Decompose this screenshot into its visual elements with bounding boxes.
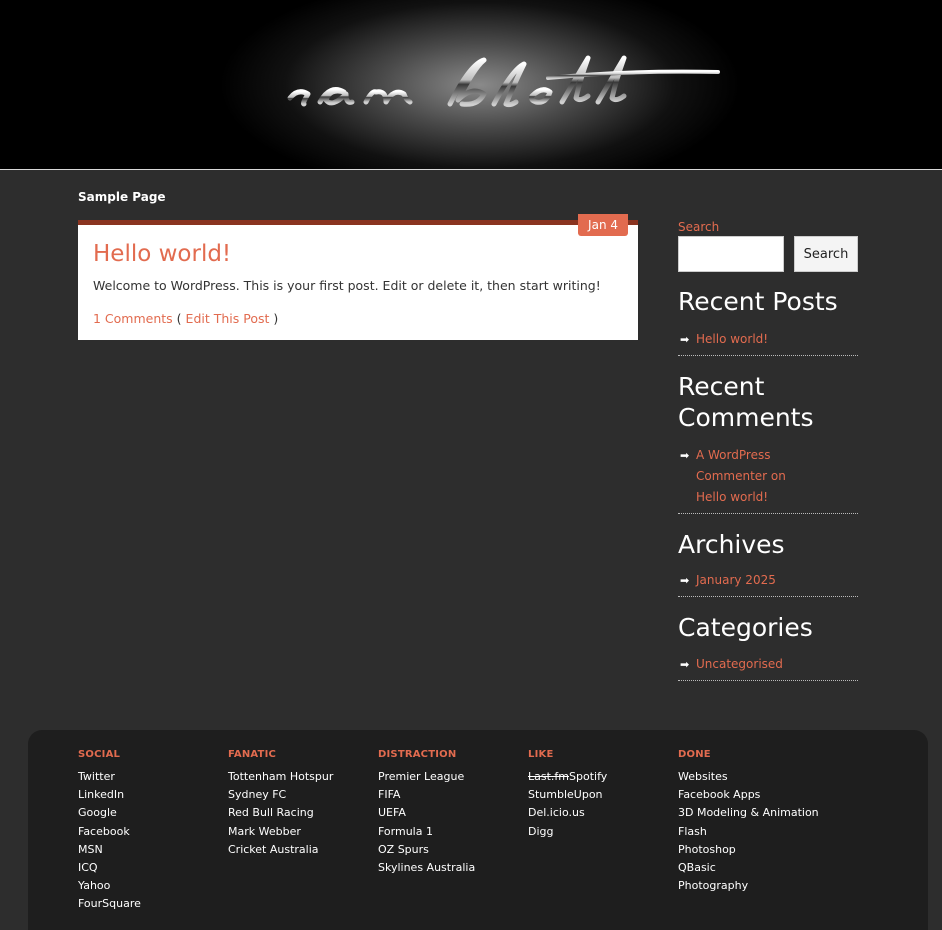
footer-heading: DONE [678, 749, 711, 760]
recent-comment-link[interactable]: A WordPress Commenter on Hello world! [696, 448, 786, 504]
list-item: ➡ A WordPress Commenter on Hello world! [678, 445, 858, 514]
footer-link[interactable]: UEFA [378, 804, 528, 822]
footer-column-social: SOCIAL Twitter LinkedIn Google Facebook … [78, 749, 228, 914]
widget-title: Categories [678, 613, 813, 642]
footer-link[interactable]: Google [78, 804, 228, 822]
arrow-right-icon: ➡ [680, 333, 690, 346]
footer-link[interactable]: StumbleUpon [528, 786, 678, 804]
footer-link[interactable]: ICQ [78, 859, 228, 877]
comments-link[interactable]: 1 Comments [93, 311, 173, 326]
site-header [0, 0, 942, 170]
widget-title: Recent Comments [678, 372, 814, 432]
footer-link[interactable]: Photography [678, 877, 828, 895]
footer-column-like: LIKE Last.fmSpotify StumbleUpon Del.icio… [528, 749, 678, 841]
widget-categories: Categories ➡ Uncategorised [678, 612, 858, 681]
paren-open: ( [176, 311, 182, 326]
list-item: ➡ Uncategorised [678, 654, 858, 681]
footer-column-fanatic: FANATIC Tottenham Hotspur Sydney FC Red … [228, 749, 378, 859]
footer-link[interactable]: Premier League [378, 768, 528, 786]
footer-link[interactable]: Mark Webber [228, 823, 378, 841]
arrow-right-icon: ➡ [680, 658, 690, 671]
link-text: Spotify [569, 770, 608, 783]
footer-link[interactable]: Skylines Australia [378, 859, 528, 877]
widget-title: Archives [678, 530, 785, 559]
footer-link[interactable]: Websites [678, 768, 828, 786]
footer-link[interactable]: Digg [528, 823, 678, 841]
footer-link[interactable]: FIFA [378, 786, 528, 804]
edit-post-link[interactable]: Edit This Post [186, 311, 270, 326]
footer-link[interactable]: LinkedIn [78, 786, 228, 804]
widget-title: Recent Posts [678, 287, 838, 316]
footer-link[interactable]: Sydney FC [228, 786, 378, 804]
post-excerpt: Welcome to WordPress. This is your first… [93, 278, 601, 293]
arrow-right-icon: ➡ [680, 574, 690, 587]
footer-heading: LIKE [528, 749, 554, 760]
footer-link[interactable]: Facebook Apps [678, 786, 828, 804]
site-logo[interactable] [280, 40, 730, 130]
footer-link[interactable]: QBasic [678, 859, 828, 877]
search-button[interactable]: Search [794, 236, 858, 272]
footer-link[interactable]: MSN [78, 841, 228, 859]
list-item: ➡ January 2025 [678, 570, 858, 597]
widget-recent-comments: Recent Comments ➡ A WordPress Commenter … [678, 371, 858, 514]
category-link[interactable]: Uncategorised [696, 657, 783, 671]
footer-link[interactable]: Yahoo [78, 877, 228, 895]
footer-column-done: DONE Websites Facebook Apps 3D Modeling … [678, 749, 828, 895]
widget-recent-posts: Recent Posts ➡ Hello world! [678, 286, 858, 356]
footer-heading: SOCIAL [78, 749, 121, 760]
post-title[interactable]: Hello world! [93, 241, 231, 267]
footer-link[interactable]: Last.fmSpotify [528, 768, 678, 786]
footer-link[interactable]: Del.icio.us [528, 804, 678, 822]
footer-link[interactable]: Photoshop [678, 841, 828, 859]
post-card: Jan 4 Hello world! Welcome to WordPress.… [78, 214, 638, 340]
main-nav: Sample Page [78, 186, 166, 205]
post-meta: 1 Comments ( Edit This Post ) [93, 311, 278, 326]
footer-link[interactable]: Formula 1 [378, 823, 528, 841]
search-input[interactable] [678, 236, 784, 272]
footer-link[interactable]: Red Bull Racing [228, 804, 378, 822]
footer-link[interactable]: Flash [678, 823, 828, 841]
archive-link[interactable]: January 2025 [696, 573, 776, 587]
footer-heading: DISTRACTION [378, 749, 457, 760]
footer-link[interactable]: Cricket Australia [228, 841, 378, 859]
site-footer: SOCIAL Twitter LinkedIn Google Facebook … [28, 730, 928, 930]
footer-column-distraction: DISTRACTION Premier League FIFA UEFA For… [378, 749, 528, 877]
paren-close: ) [273, 311, 279, 326]
footer-heading: FANATIC [228, 749, 277, 760]
arrow-right-icon: ➡ [680, 449, 690, 462]
list-item: ➡ Hello world! [678, 329, 858, 356]
footer-link[interactable]: OZ Spurs [378, 841, 528, 859]
sidebar: Search Search Recent Posts ➡ Hello world… [678, 220, 858, 681]
nav-item-sample-page[interactable]: Sample Page [78, 190, 166, 204]
search-label: Search [678, 220, 720, 234]
recent-post-link[interactable]: Hello world! [696, 332, 768, 346]
search-form: Search [678, 236, 858, 272]
struck-text: Last.fm [528, 770, 569, 783]
footer-link[interactable]: Twitter [78, 768, 228, 786]
footer-link[interactable]: 3D Modeling & Animation [678, 804, 828, 822]
post-date-badge: Jan 4 [578, 214, 628, 236]
widget-archives: Archives ➡ January 2025 [678, 529, 858, 597]
footer-link[interactable]: Tottenham Hotspur [228, 768, 378, 786]
footer-link[interactable]: Facebook [78, 823, 228, 841]
